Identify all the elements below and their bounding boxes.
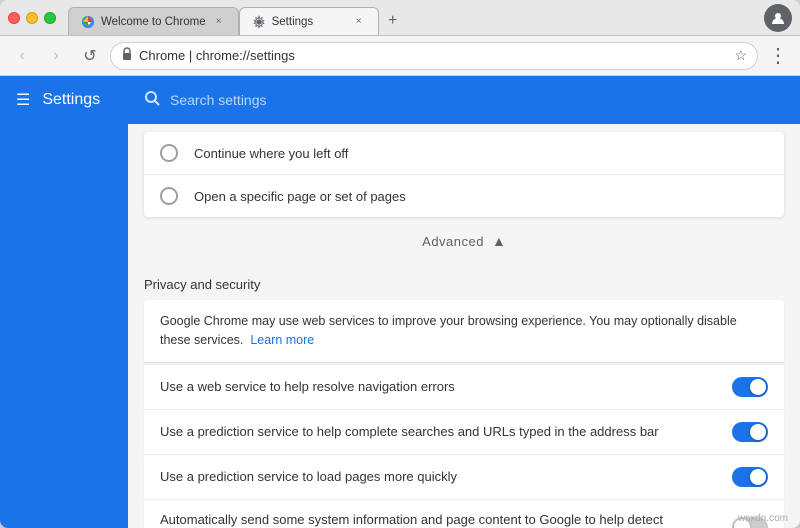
- tab-settings[interactable]: Settings ×: [239, 7, 379, 35]
- radio-option-specific[interactable]: Open a specific page or set of pages: [144, 175, 784, 217]
- toggle-load-pages-label: Use a prediction service to load pages m…: [160, 469, 732, 484]
- tab-welcome[interactable]: Welcome to Chrome ×: [68, 7, 239, 35]
- privacy-info-box: Google Chrome may use web services to im…: [144, 300, 784, 362]
- search-bar: [128, 76, 800, 124]
- search-input[interactable]: [170, 92, 784, 108]
- back-button[interactable]: ‹: [8, 42, 36, 70]
- hamburger-icon[interactable]: ☰: [16, 90, 30, 110]
- advanced-label: Advanced: [422, 234, 484, 249]
- omnibox[interactable]: Chrome | chrome://settings ☆: [110, 42, 758, 70]
- radio-specific-label: Open a specific page or set of pages: [194, 189, 406, 204]
- tab-settings-close[interactable]: ×: [352, 15, 366, 29]
- tab-welcome-close[interactable]: ×: [212, 15, 226, 29]
- close-button[interactable]: [8, 12, 20, 24]
- menu-button[interactable]: ⋮: [764, 42, 792, 70]
- toggle-row-dangerous: Automatically send some system informati…: [144, 499, 784, 528]
- radio-continue-label: Continue where you left off: [194, 146, 348, 161]
- tab-welcome-favicon: [81, 15, 95, 29]
- content-area: Continue where you left off Open a speci…: [128, 76, 800, 528]
- tabs-area: Welcome to Chrome × Settings × +: [68, 0, 756, 35]
- radio-specific-circle[interactable]: [160, 187, 178, 205]
- advanced-arrow-icon: ▲: [492, 233, 506, 249]
- bookmark-icon[interactable]: ☆: [734, 47, 747, 64]
- url-display: Chrome | chrome://settings: [139, 48, 728, 63]
- settings-body: Continue where you left off Open a speci…: [128, 124, 800, 528]
- toggle-row-nav-errors: Use a web service to help resolve naviga…: [144, 364, 784, 409]
- main-area: ☰ Settings: [0, 76, 800, 528]
- search-icon: [144, 90, 160, 111]
- traffic-lights: [8, 12, 56, 24]
- toggle-prediction[interactable]: [732, 422, 768, 442]
- toggle-nav-errors-thumb: [750, 379, 766, 395]
- startup-card: Continue where you left off Open a speci…: [144, 132, 784, 217]
- tab-settings-label: Settings: [272, 16, 346, 28]
- toggle-prediction-label: Use a prediction service to help complet…: [160, 424, 732, 439]
- new-tab-button[interactable]: +: [379, 7, 407, 35]
- titlebar: Welcome to Chrome × Settings × +: [0, 0, 800, 36]
- advanced-row[interactable]: Advanced ▲: [128, 217, 800, 265]
- sidebar: ☰ Settings: [0, 76, 128, 528]
- toggle-nav-errors-label: Use a web service to help resolve naviga…: [160, 379, 732, 394]
- sidebar-title: Settings: [42, 91, 100, 109]
- forward-button[interactable]: ›: [42, 42, 70, 70]
- toggle-prediction-thumb: [750, 424, 766, 440]
- toggle-load-pages-thumb: [750, 469, 766, 485]
- radio-continue-circle[interactable]: [160, 144, 178, 162]
- tab-settings-favicon: [252, 15, 266, 29]
- toggle-nav-errors[interactable]: [732, 377, 768, 397]
- privacy-info-text: Google Chrome may use web services to im…: [160, 314, 737, 347]
- watermark: wsxdn.com: [738, 513, 788, 524]
- lock-icon: [121, 47, 133, 64]
- settings-scroll[interactable]: Continue where you left off Open a speci…: [128, 124, 800, 528]
- sidebar-header: ☰ Settings: [0, 76, 128, 124]
- toggle-load-pages[interactable]: [732, 467, 768, 487]
- reload-button[interactable]: ↺: [76, 42, 104, 70]
- navbar: ‹ › ↺ Chrome | chrome://settings ☆ ⋮: [0, 36, 800, 76]
- learn-more-link[interactable]: Learn more: [250, 333, 314, 347]
- content-wrapper: Continue where you left off Open a speci…: [128, 76, 800, 528]
- minimize-button[interactable]: [26, 12, 38, 24]
- toggle-dangerous-label: Automatically send some system informati…: [160, 512, 732, 528]
- radio-option-continue[interactable]: Continue where you left off: [144, 132, 784, 175]
- privacy-section: Privacy and security Google Chrome may u…: [128, 265, 800, 528]
- browser-window: Welcome to Chrome × Settings × + ‹ ›: [0, 0, 800, 528]
- maximize-button[interactable]: [44, 12, 56, 24]
- toggle-row-load-pages: Use a prediction service to load pages m…: [144, 454, 784, 499]
- privacy-section-title: Privacy and security: [128, 265, 800, 300]
- toggle-row-prediction: Use a prediction service to help complet…: [144, 409, 784, 454]
- profile-button[interactable]: [764, 4, 792, 32]
- tab-welcome-label: Welcome to Chrome: [101, 16, 206, 28]
